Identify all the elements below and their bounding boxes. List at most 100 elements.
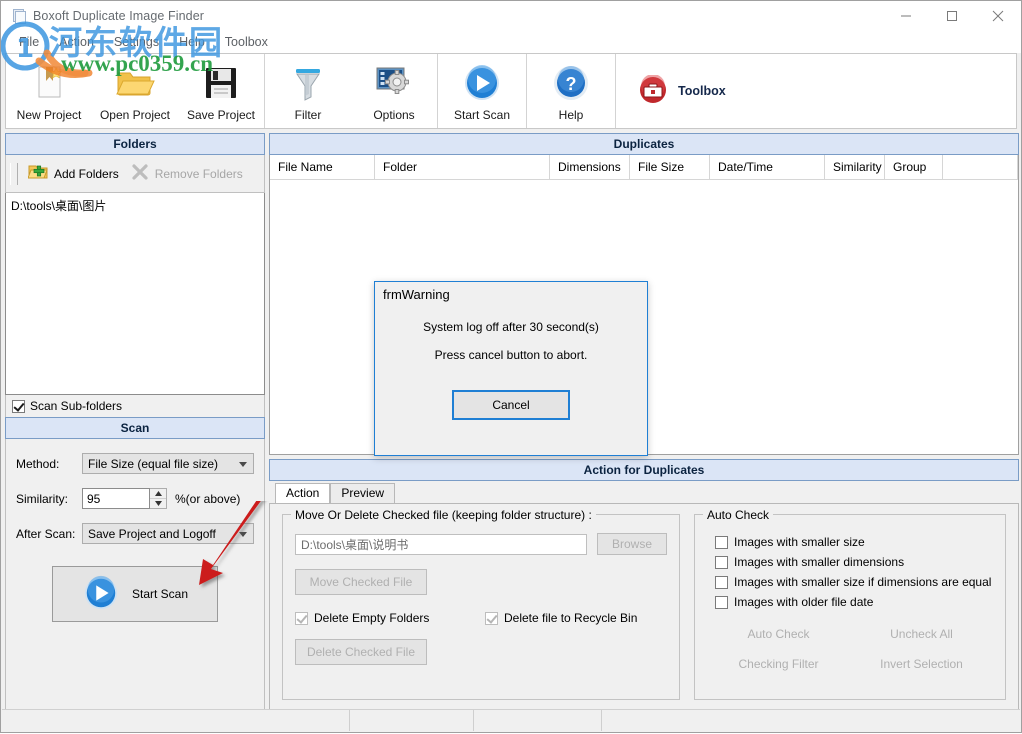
delete-to-recycle-label: Delete file to Recycle Bin	[504, 611, 638, 625]
status-bar	[2, 709, 1020, 731]
similarity-input[interactable]: 95	[82, 488, 150, 509]
column-header-file-size[interactable]: File Size	[630, 155, 710, 179]
delete-empty-col: Delete Empty Folders	[295, 605, 485, 625]
scan-subfolders-label: Scan Sub-folders	[30, 399, 123, 413]
move-delete-group: Move Or Delete Checked file (keeping fol…	[282, 508, 680, 700]
minimize-button[interactable]	[883, 1, 929, 31]
delete-to-recycle-row[interactable]: Delete file to Recycle Bin	[485, 611, 637, 625]
remove-folders-label: Remove Folders	[154, 166, 243, 181]
smaller-dimensions-checkbox[interactable]	[715, 555, 728, 569]
column-header-group[interactable]: Group	[885, 155, 943, 179]
window-controls	[883, 1, 1021, 31]
menu-item-toolbox[interactable]: Toolbox	[215, 33, 278, 51]
column-header-extra[interactable]	[943, 155, 1018, 179]
tab-preview[interactable]: Preview	[330, 483, 396, 503]
menu-item-action[interactable]: Action	[49, 33, 104, 51]
left-panel: Folders Add Folders Remove Folders D:\to…	[5, 133, 265, 711]
filter-icon	[291, 63, 325, 103]
window-title: Boxoft Duplicate Image Finder	[33, 9, 205, 23]
warning-dialog-line-1: System log off after 30 second(s)	[423, 320, 599, 334]
warning-dialog-body: System log off after 30 second(s) Press …	[375, 306, 647, 454]
add-folders-button[interactable]: Add Folders	[24, 160, 127, 187]
open-project-icon	[115, 63, 155, 103]
delete-to-recycle-checkbox[interactable]	[485, 611, 498, 625]
method-select[interactable]: File Size (equal file size)	[82, 453, 254, 474]
remove-folders-button[interactable]: Remove Folders	[127, 160, 251, 187]
toolbox-button[interactable]: Toolbox	[616, 54, 726, 128]
warning-dialog-title: frmWarning	[375, 282, 647, 306]
start-scan-toolbar-label: Start Scan	[453, 107, 511, 122]
move-checked-file-button[interactable]: Move Checked File	[295, 569, 427, 595]
stepper-up-icon[interactable]	[150, 489, 166, 499]
delete-empty-folders-checkbox[interactable]	[295, 611, 308, 625]
column-header-date-time[interactable]: Date/Time	[710, 155, 825, 179]
after-scan-select[interactable]: Save Project and Logoff	[82, 523, 254, 544]
delete-empty-folders-row[interactable]: Delete Empty Folders	[295, 611, 485, 625]
column-header-similarity[interactable]: Similarity	[825, 155, 885, 179]
auto-check-option-smaller-size-equal-dims[interactable]: Images with smaller size if dimensions a…	[715, 575, 993, 589]
auto-check-link[interactable]: Auto Check	[707, 627, 850, 641]
folders-tree[interactable]: D:\tools\桌面\图片	[5, 193, 265, 395]
options-button[interactable]: Options	[351, 54, 437, 128]
smaller-size-equal-dims-label: Images with smaller size if dimensions a…	[734, 575, 992, 589]
menu-item-help[interactable]: Help	[169, 33, 215, 51]
main-toolbar: New Project Open Project Save Project Fi…	[5, 53, 1017, 129]
toolbox-icon	[638, 73, 668, 108]
similarity-label: Similarity:	[16, 491, 69, 506]
help-button[interactable]: ? Help	[527, 54, 615, 128]
auto-check-option-smaller-dimensions[interactable]: Images with smaller dimensions	[715, 555, 993, 569]
action-tabstrip: Action Preview	[269, 483, 1019, 503]
tab-action[interactable]: Action	[275, 483, 331, 503]
column-header-dimensions[interactable]: Dimensions	[550, 155, 630, 179]
browse-button[interactable]: Browse	[597, 533, 667, 555]
auto-check-option-older-date[interactable]: Images with older file date	[715, 595, 993, 609]
toolbar-group-help: ? Help	[527, 54, 616, 128]
start-scan-toolbar-button[interactable]: Start Scan	[438, 54, 526, 128]
method-row: Method: File Size (equal file size)	[16, 453, 254, 474]
open-project-button[interactable]: Open Project	[92, 54, 178, 128]
after-scan-row: After Scan: Save Project and Logoff	[16, 523, 254, 544]
smaller-size-checkbox[interactable]	[715, 535, 728, 549]
folders-panel-header: Folders	[5, 133, 265, 155]
column-header-folder[interactable]: Folder	[375, 155, 550, 179]
save-project-button[interactable]: Save Project	[178, 54, 264, 128]
target-path-value: D:\tools\桌面\说明书	[301, 537, 409, 552]
start-scan-button[interactable]: Start Scan	[52, 566, 218, 622]
column-header-file-name[interactable]: File Name	[270, 155, 375, 179]
toolbar-group-scan: Start Scan	[438, 54, 527, 128]
svg-text:?: ?	[566, 74, 577, 94]
checking-filter-link[interactable]: Checking Filter	[707, 657, 850, 671]
stepper-down-icon[interactable]	[150, 499, 166, 508]
older-file-date-checkbox[interactable]	[715, 595, 728, 609]
similarity-stepper[interactable]	[150, 488, 167, 509]
chevron-down-icon	[239, 461, 247, 467]
menu-bar: File Action Settings Help Toolbox	[1, 31, 1021, 53]
uncheck-all-link[interactable]: Uncheck All	[850, 627, 993, 641]
menu-item-settings[interactable]: Settings	[104, 33, 169, 51]
warning-dialog-cancel-button[interactable]: Cancel	[452, 390, 570, 420]
maximize-button[interactable]	[929, 1, 975, 31]
open-project-label: Open Project	[99, 107, 171, 122]
menu-item-file[interactable]: File	[9, 33, 49, 51]
new-project-button[interactable]: New Project	[6, 54, 92, 128]
smaller-size-equal-dims-checkbox[interactable]	[715, 575, 728, 589]
close-button[interactable]	[975, 1, 1021, 31]
start-scan-button-label: Start Scan	[131, 587, 189, 601]
folder-tree-item[interactable]: D:\tools\桌面\图片	[11, 197, 259, 214]
app-icon	[11, 8, 27, 24]
add-folders-label: Add Folders	[54, 166, 119, 181]
add-folder-icon	[27, 163, 48, 184]
filter-button[interactable]: Filter	[265, 54, 351, 128]
scan-panel-body: Method: File Size (equal file size) Simi…	[5, 439, 265, 711]
action-panel: Action for Duplicates Action Preview Mov…	[269, 459, 1019, 711]
auto-check-option-smaller-size[interactable]: Images with smaller size	[715, 535, 993, 549]
delete-checked-file-button[interactable]: Delete Checked File	[295, 639, 427, 665]
auto-check-legend: Auto Check	[703, 508, 774, 522]
scan-subfolders-row[interactable]: Scan Sub-folders	[5, 395, 265, 417]
scan-subfolders-checkbox[interactable]	[12, 399, 25, 413]
target-path-input[interactable]: D:\tools\桌面\说明书	[295, 533, 587, 555]
invert-selection-link[interactable]: Invert Selection	[850, 657, 993, 671]
toolbar-grip[interactable]	[10, 162, 18, 185]
help-icon: ?	[551, 63, 591, 103]
